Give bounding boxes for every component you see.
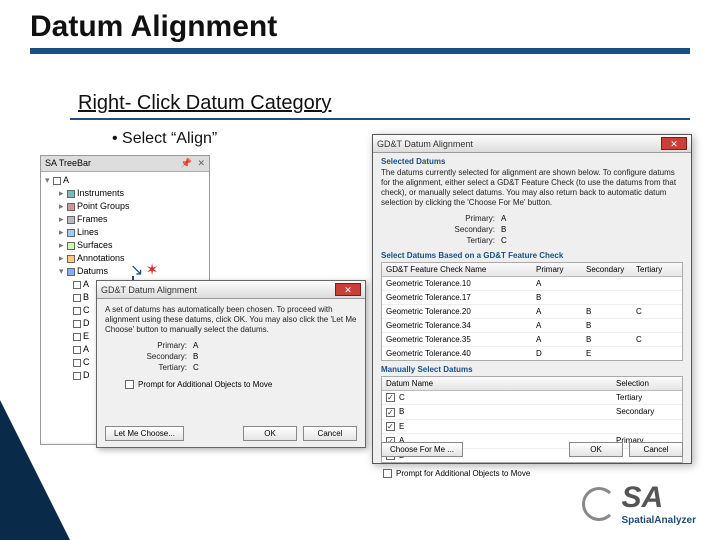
table-row[interactable]: BSecondary <box>382 405 682 419</box>
section-instructions: The datums currently selected for alignm… <box>373 168 691 212</box>
section-manual-select: Manually Select Datums <box>373 361 691 376</box>
tree-datum[interactable]: C <box>83 305 90 315</box>
choose-for-me-button[interactable]: Choose For Me ... <box>381 442 463 457</box>
treebar-title: SA TreeBar <box>45 158 91 169</box>
tree-node[interactable]: Instruments <box>77 188 124 198</box>
primary-value: A <box>501 214 506 223</box>
close-button[interactable]: ✕ <box>335 283 361 296</box>
feature-check-table[interactable]: GD&T Feature Check Name Primary Secondar… <box>381 262 683 361</box>
man-header-selection: Selection <box>612 377 682 390</box>
primary-label: Primary: <box>125 341 187 350</box>
table-row[interactable]: Geometric Tolerance.20ABC <box>382 305 682 319</box>
primary-value: A <box>193 341 198 350</box>
sa-logo: SA SpatialAnalyzer <box>582 481 696 526</box>
pin-icon[interactable]: 📌 <box>181 158 192 168</box>
fc-header-name: GD&T Feature Check Name <box>382 263 532 276</box>
tertiary-value: C <box>193 363 199 372</box>
dialog-title: GD&T Datum Alignment <box>377 139 473 149</box>
tree-datum[interactable]: B <box>83 292 89 302</box>
table-row[interactable]: Geometric Tolerance.40DE <box>382 347 682 360</box>
prompt-label: Prompt for Additional Objects to Move <box>396 469 530 478</box>
section-selected-datums: Selected Datums <box>373 153 691 168</box>
tree-node[interactable]: Frames <box>77 214 108 224</box>
table-row[interactable]: Geometric Tolerance.17B <box>382 291 682 305</box>
tree-node[interactable]: Annotations <box>77 253 125 263</box>
subtitle-rule <box>70 118 690 120</box>
tree-datum[interactable]: A <box>83 344 89 354</box>
prompt-checkbox[interactable] <box>125 380 134 389</box>
tree-datum[interactable]: E <box>83 331 89 341</box>
tree-node-datums[interactable]: Datums <box>77 266 108 276</box>
tree-datum[interactable]: D <box>83 370 90 380</box>
logo-ring-icon <box>582 487 616 521</box>
table-row[interactable]: E <box>382 420 682 434</box>
table-row[interactable]: Geometric Tolerance.35ABC <box>382 333 682 347</box>
prompt-label: Prompt for Additional Objects to Move <box>138 380 272 389</box>
logo-subtext: SpatialAnalyzer <box>622 515 696 526</box>
table-row[interactable]: Geometric Tolerance.10A <box>382 277 682 291</box>
cancel-button[interactable]: Cancel <box>629 442 683 457</box>
secondary-label: Secondary: <box>125 352 187 361</box>
tree-root[interactable]: A <box>63 175 69 185</box>
tree-datum[interactable]: A <box>83 279 89 289</box>
secondary-value: B <box>193 352 198 361</box>
man-header-name: Datum Name <box>382 377 612 390</box>
table-row[interactable]: CTertiary <box>382 391 682 405</box>
ok-button[interactable]: OK <box>569 442 623 457</box>
table-row[interactable]: Geometric Tolerance.34AB <box>382 319 682 333</box>
datum-alignment-big-dialog: GD&T Datum Alignment ✕ Selected Datums T… <box>372 134 692 464</box>
datum-checkbox[interactable] <box>386 408 395 417</box>
dialog-instructions: A set of datums has automatically been c… <box>105 305 357 335</box>
tree-datum[interactable]: C <box>83 357 90 367</box>
tree-datum[interactable]: D <box>83 318 90 328</box>
dialog-title: GD&T Datum Alignment <box>101 285 197 295</box>
datum-checkbox[interactable] <box>386 393 395 402</box>
primary-label: Primary: <box>433 214 495 223</box>
section-feature-check: Select Datums Based on a GD&T Feature Ch… <box>373 247 691 262</box>
cancel-button[interactable]: Cancel <box>303 426 357 441</box>
tree-node[interactable]: Surfaces <box>77 240 113 250</box>
close-icon[interactable]: ✕ <box>197 158 205 168</box>
slide-subtitle: Right- Click Datum Category <box>78 92 331 114</box>
prompt-checkbox[interactable] <box>383 469 392 478</box>
let-me-choose-button[interactable]: Let Me Choose... <box>105 426 184 441</box>
tertiary-value: C <box>501 236 507 245</box>
title-underline <box>30 48 690 54</box>
datum-alignment-small-dialog: GD&T Datum Alignment ✕ A set of datums h… <box>96 280 366 448</box>
slide-title: Datum Alignment <box>30 10 690 44</box>
secondary-value: B <box>501 225 506 234</box>
fc-header-secondary: Secondary <box>582 263 632 276</box>
close-button[interactable]: ✕ <box>661 137 687 150</box>
tertiary-label: Tertiary: <box>433 236 495 245</box>
decorative-triangle <box>0 400 70 540</box>
logo-text: SA <box>622 481 696 515</box>
ok-button[interactable]: OK <box>243 426 297 441</box>
fc-header-tertiary: Tertiary <box>632 263 682 276</box>
tertiary-label: Tertiary: <box>125 363 187 372</box>
tree-node[interactable]: Lines <box>77 227 99 237</box>
secondary-label: Secondary: <box>433 225 495 234</box>
tree-node[interactable]: Point Groups <box>77 201 130 211</box>
bullet-select-align: Select “Align” <box>112 130 217 148</box>
fc-header-primary: Primary <box>532 263 582 276</box>
datum-checkbox[interactable] <box>386 422 395 431</box>
